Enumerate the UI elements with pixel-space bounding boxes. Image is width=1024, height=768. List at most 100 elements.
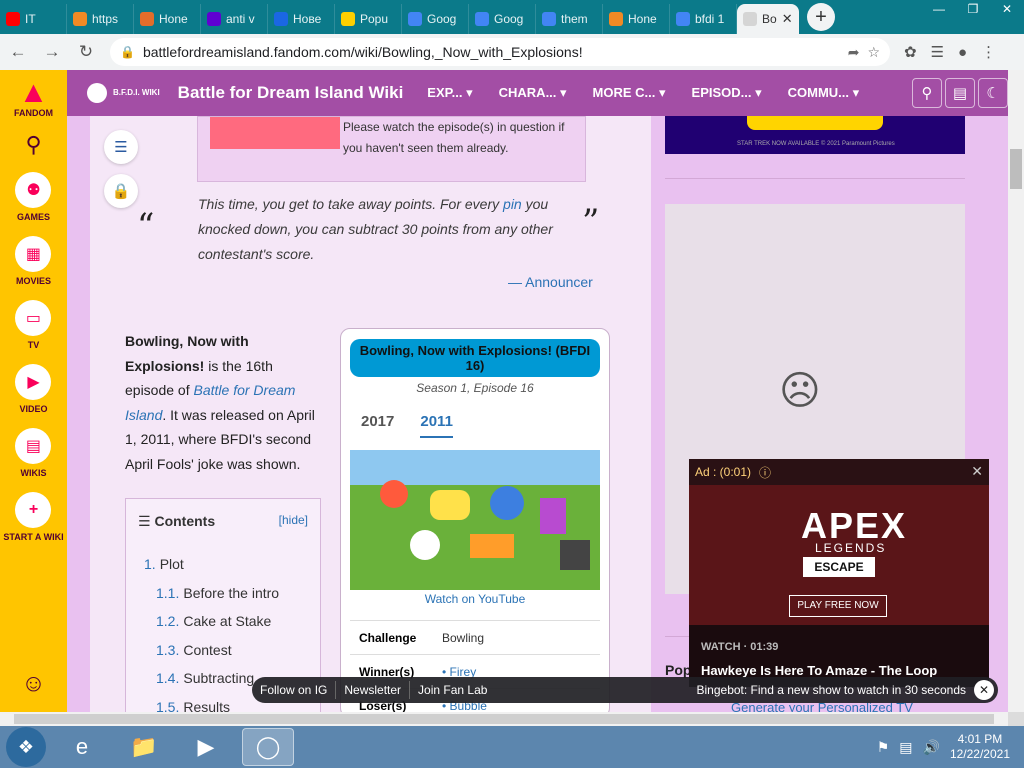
minimize-button[interactable]: — <box>922 0 956 18</box>
wiki-search-icon[interactable]: ⚲ <box>912 78 942 108</box>
wiki-tools: ⚲ ▤ ☾ <box>912 78 1008 108</box>
browser-tab[interactable]: Hone <box>134 4 201 34</box>
wiki-menu: EXP... ▾ CHARA... ▾ MORE C... ▾ EPISOD... ▾… <box>427 85 877 101</box>
browser-tab[interactable]: them <box>536 4 603 34</box>
toc-item[interactable]: 1. Plot <box>138 556 308 585</box>
flag-icon[interactable]: ⚑ <box>877 739 890 756</box>
close-bar-icon[interactable]: ✕ <box>974 680 994 700</box>
browser-tab[interactable]: Bo ✕ <box>737 4 799 34</box>
announcer-link[interactable]: Announcer <box>525 274 593 290</box>
forward-arrow-icon[interactable]: → <box>42 42 62 62</box>
wiki-menu-item[interactable]: EXP... ▾ <box>427 85 472 101</box>
episode-thumbnail[interactable] <box>350 450 600 590</box>
spoiler-notice: Please watch the episode(s) in question … <box>197 116 586 182</box>
bingebot-link[interactable]: Bingebot: Find a new show to watch in 30… <box>697 683 975 697</box>
rail-search[interactable]: ⚲ <box>25 132 41 158</box>
tab-2017[interactable]: 2017 <box>361 413 394 438</box>
fandom-icon <box>743 12 757 26</box>
wiki-logo-icon[interactable] <box>87 83 107 103</box>
restore-button[interactable]: ❐ <box>956 0 990 18</box>
browser-tab[interactable]: Goog <box>469 4 536 34</box>
video-icon: ▶ <box>15 364 52 400</box>
video-ad-player[interactable]: Ad : (0:01) ⓘ ✕ APEX LEGENDS ESCAPE PLAY… <box>689 459 989 687</box>
clock[interactable]: 4:01 PM 12/22/2021 <box>950 732 1010 762</box>
wiki-menu-item[interactable]: COMMU... ▾ <box>788 85 860 101</box>
browser-tab[interactable]: Hone <box>603 4 670 34</box>
toc-hide-link[interactable]: [hide] <box>279 513 308 530</box>
close-tab-icon[interactable]: ✕ <box>782 11 793 27</box>
browser-tab[interactable]: bfdi 1 <box>670 4 737 34</box>
start-button[interactable]: ❖ <box>6 727 46 767</box>
video-title[interactable]: Hawkeye Is Here To Amaze - The Loop <box>701 663 937 678</box>
top-ad-banner[interactable]: STAR TREK NOW AVAILABLE © 2021 Paramount… <box>665 116 965 154</box>
browser-tab[interactable]: Нове <box>268 4 335 34</box>
fan-lab-link[interactable]: Join Fan Lab <box>410 683 495 697</box>
back-arrow-icon[interactable]: ← <box>8 42 28 62</box>
browser-tab[interactable]: IT <box>0 4 67 34</box>
toc-item[interactable]: 1.1. Before the intro <box>138 585 308 614</box>
user-icon: ☺ <box>21 670 46 697</box>
episode-infobox: Bowling, Now with Explosions! (BFDI 16) … <box>340 328 610 712</box>
theme-toggle-icon[interactable]: ☾ <box>978 78 1008 108</box>
video-duration: WATCH · 01:39 <box>701 641 779 653</box>
star-icon[interactable]: ☆ <box>867 44 880 61</box>
help-icon[interactable]: ⓘ <box>759 464 771 481</box>
chrome-icon[interactable]: ◯ <box>242 728 294 766</box>
window-controls: — ❐ ✕ <box>922 0 1024 18</box>
wiki-menu-item[interactable]: EPISOD... ▾ <box>692 85 762 101</box>
apex-ad-creative[interactable]: APEX LEGENDS ESCAPE PLAY FREE NOW <box>689 485 989 625</box>
browser-tab[interactable]: Popu <box>335 4 402 34</box>
rail-item-games[interactable]: ⚉ GAMES <box>3 172 63 222</box>
rail-item-tv[interactable]: ▭ TV <box>3 300 63 350</box>
chrome-menu-icon[interactable]: ⋮ <box>981 43 996 61</box>
browser-tab[interactable]: anti v <box>201 4 268 34</box>
edit-lock-icon[interactable]: 🔒 <box>104 174 138 208</box>
explorer-icon[interactable]: 📁 <box>118 728 170 766</box>
new-tab-button[interactable]: + <box>807 3 835 31</box>
google-icon <box>676 12 690 26</box>
close-video-icon[interactable]: ✕ <box>971 463 983 480</box>
toc-item[interactable]: 1.2. Cake at Stake <box>138 613 308 642</box>
plus-icon: + <box>15 492 52 528</box>
fandom-logo[interactable]: ▲ FANDOM <box>14 76 53 119</box>
notice-text: Please watch the episode(s) in question … <box>343 120 565 155</box>
horizontal-scrollbar[interactable] <box>0 712 1008 726</box>
yahoo-icon <box>207 12 221 26</box>
wiki-menu-item[interactable]: MORE C... ▾ <box>593 85 666 101</box>
profile-icon[interactable]: ● <box>958 44 967 61</box>
close-window-button[interactable]: ✕ <box>990 0 1024 18</box>
share-icon[interactable]: ➦ <box>848 44 860 61</box>
follow-ig-link[interactable]: Follow on IG <box>252 683 335 697</box>
reload-icon[interactable]: ↻ <box>76 42 96 62</box>
rail-item-movies[interactable]: ▦ MOVIES <box>3 236 63 286</box>
lock-icon: 🔒 <box>120 45 135 59</box>
tab-2011[interactable]: 2011 <box>420 413 453 438</box>
browser-tab[interactable]: Goog <box>402 4 469 34</box>
toc-toggle-icon[interactable]: ☰ <box>104 130 138 164</box>
vertical-scrollbar[interactable] <box>1008 70 1024 712</box>
play-free-button[interactable]: PLAY FREE NOW <box>789 595 887 617</box>
extensions-icon[interactable]: ✿ <box>904 43 917 61</box>
fandom-flame-icon: ▲ <box>18 76 49 109</box>
ie-icon[interactable]: e <box>56 728 108 766</box>
rail-user[interactable]: ☺ <box>21 670 46 698</box>
chevron-down-icon: ▾ <box>462 85 473 100</box>
newsletter-link[interactable]: Newsletter <box>336 683 409 697</box>
pin-link[interactable]: pin <box>503 196 522 212</box>
url-field[interactable]: 🔒 battlefordreamisland.fandom.com/wiki/B… <box>110 38 890 66</box>
network-icon[interactable]: ▤ <box>899 739 912 756</box>
wiki-navbar: B.F.D.I. WIKI Battle for Dream Island Wi… <box>67 70 1008 116</box>
volume-icon[interactable]: 🔊 <box>923 739 940 756</box>
rail-item-wikis[interactable]: ▤ WIKIS <box>3 428 63 478</box>
rail-item-video[interactable]: ▶ VIDEO <box>3 364 63 414</box>
discussions-icon[interactable]: ▤ <box>945 78 975 108</box>
wiki-title[interactable]: Battle for Dream Island Wiki <box>178 83 404 103</box>
watch-youtube-link[interactable]: Watch on YouTube <box>341 592 609 606</box>
infobox-subtitle: Season 1, Episode 16 <box>416 381 534 395</box>
browser-tab[interactable]: https <box>67 4 134 34</box>
rail-item-start-a-wiki[interactable]: + START A WIKI <box>3 492 64 542</box>
media-icon[interactable]: ☰ <box>931 43 944 61</box>
media-player-icon[interactable]: ▶ <box>180 728 232 766</box>
wiki-menu-item[interactable]: CHARA... ▾ <box>499 85 567 101</box>
toc-item[interactable]: 1.3. Contest <box>138 642 308 671</box>
